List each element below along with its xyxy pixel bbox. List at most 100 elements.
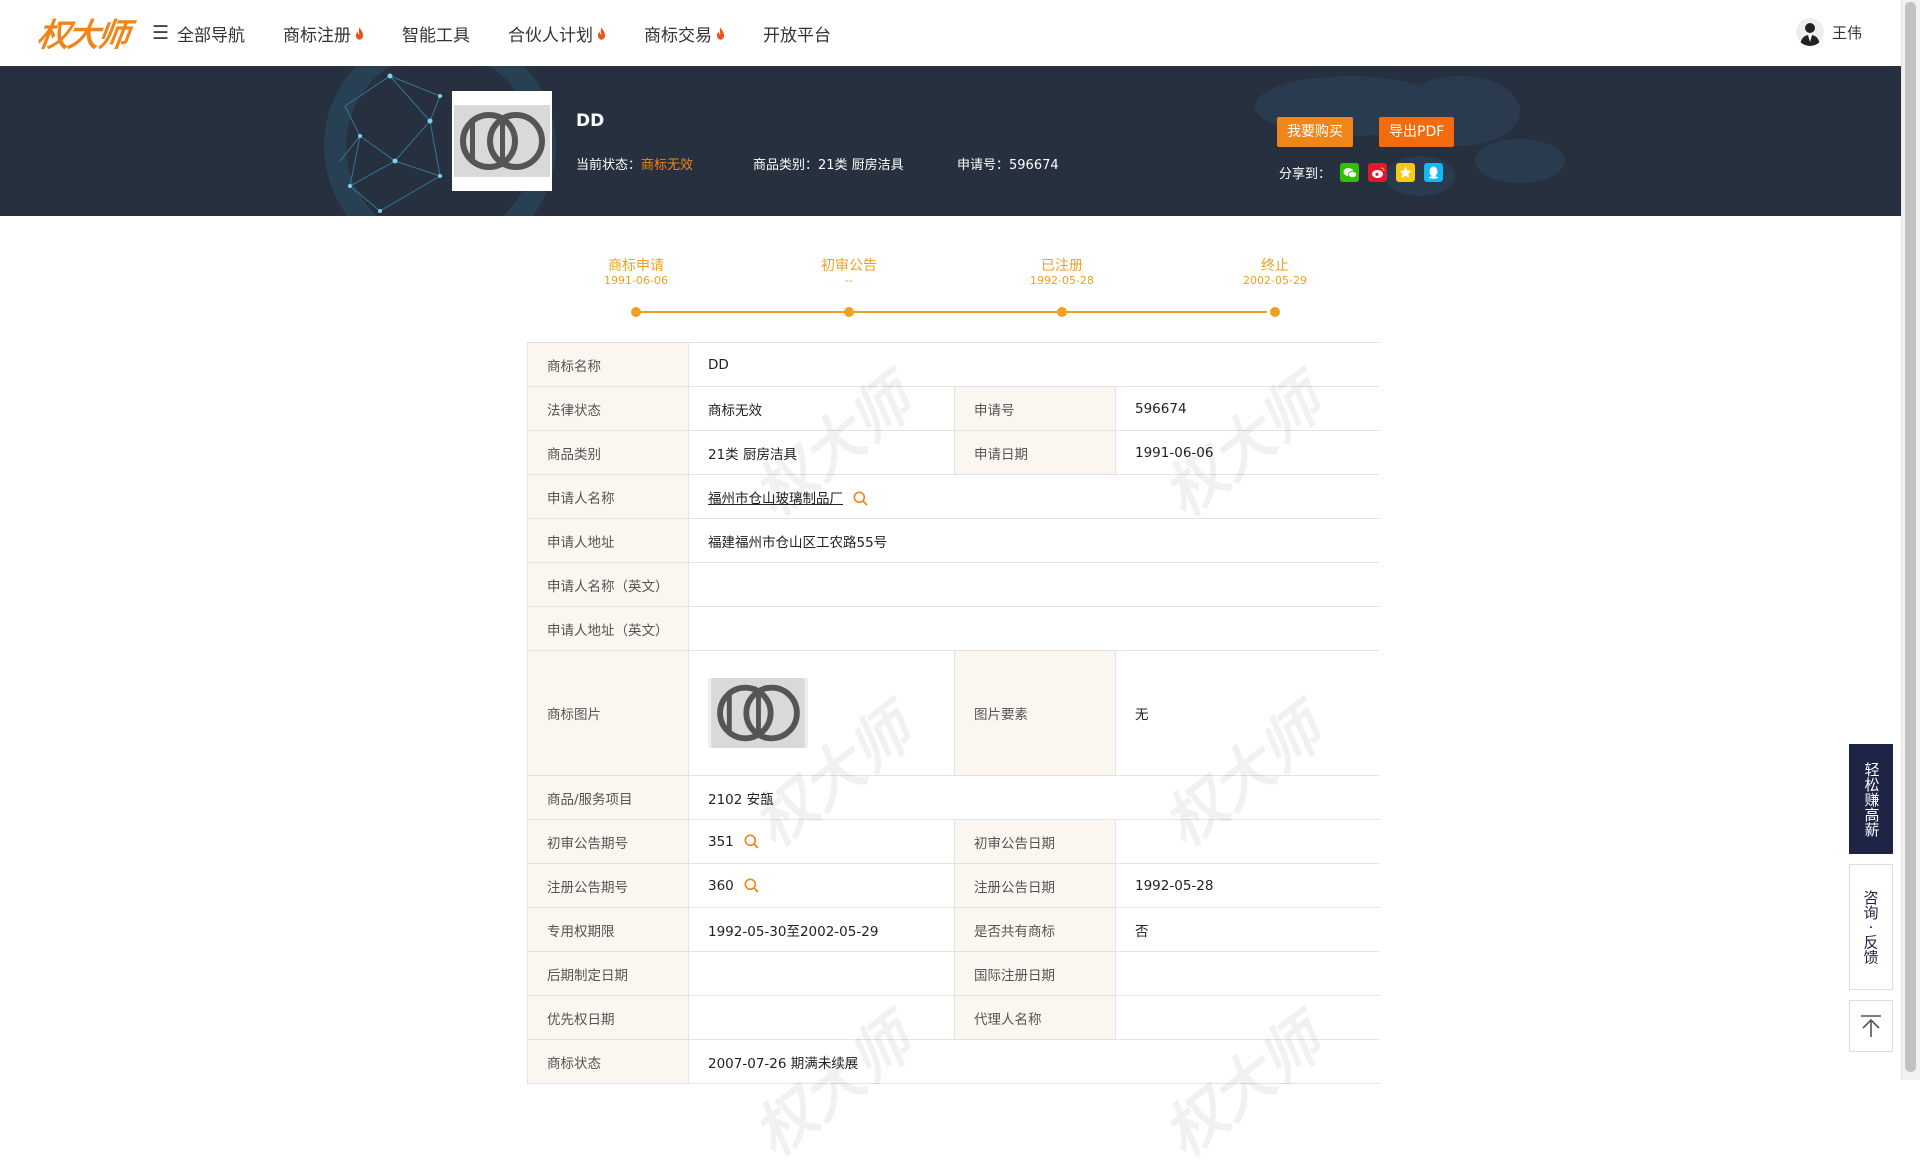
timeline-dot [1270, 307, 1280, 317]
trademark-title: DD [576, 111, 605, 131]
menu-icon: ☰ [152, 22, 170, 44]
table-row: 商标图片 图片要素 无 [527, 650, 1379, 776]
main-nav: ☰ 全部导航 商标注册 智能工具 合伙人计划 商标交易 开放平台 [152, 0, 869, 66]
site-logo[interactable]: 权大师 [35, 10, 131, 56]
nav-label: 全部导航 [177, 25, 246, 46]
consult-feedback-button[interactable]: 咨询 · 反馈 [1849, 864, 1893, 990]
field-label: 国际注册日期 [954, 951, 1116, 996]
timeline-dot [631, 307, 641, 317]
page-scrollbar[interactable] [1901, 0, 1920, 1080]
buy-button[interactable]: 我要购买 [1277, 117, 1353, 147]
nav-open-platform[interactable]: 开放平台 [763, 21, 831, 46]
hot-flame-icon [716, 26, 725, 40]
trademark-image-cell [688, 650, 955, 776]
arrow-up-icon [1861, 1015, 1881, 1037]
qq-icon[interactable] [1424, 163, 1444, 182]
field-value [1114, 951, 1379, 996]
field-label: 初审公告期号 [527, 819, 689, 864]
nav-trademark-trade[interactable]: 商标交易 [644, 21, 725, 46]
table-row: 申请人地址（英文） [527, 606, 1379, 651]
field-label: 注册公告期号 [527, 863, 689, 908]
top-navbar: 权大师 ☰ 全部导航 商标注册 智能工具 合伙人计划 商标交易 开放平台 王伟 [0, 0, 1920, 67]
table-row: 商品/服务项目 2102 安瓿 [527, 775, 1379, 820]
trademark-thumbnail[interactable] [452, 91, 552, 191]
field-value [1114, 995, 1379, 1040]
share-label: 分享到： [1279, 167, 1332, 182]
status-value: 商标无效 [641, 158, 694, 173]
field-value: 1992-05-28 [1114, 863, 1379, 908]
field-label: 商品类别 [527, 430, 689, 475]
field-label: 后期制定日期 [527, 951, 689, 996]
field-label: 图片要素 [954, 650, 1116, 776]
field-value [688, 951, 955, 996]
timeline-step: 商标申请 1991-06-06 [604, 258, 668, 287]
field-value: 2007-07-26 期满未续展 [687, 1039, 1379, 1084]
field-value [1114, 819, 1379, 864]
nav-label: 商标注册 [283, 25, 352, 46]
field-label: 商品/服务项目 [527, 775, 689, 820]
field-label: 商标名称 [527, 342, 689, 387]
nav-partner-plan[interactable]: 合伙人计划 [508, 21, 606, 46]
timeline-step: 初审公告 -- [821, 258, 877, 287]
field-value: 1992-05-30至2002-05-29 [688, 907, 955, 952]
nav-all-navigation[interactable]: ☰ 全部导航 [152, 21, 245, 46]
search-icon[interactable] [744, 878, 759, 893]
table-row: 专用权期限 1992-05-30至2002-05-29 是否共有商标 否 [527, 907, 1379, 952]
field-label: 商标状态 [527, 1039, 689, 1084]
field-label: 专用权期限 [527, 907, 689, 952]
field-label: 申请人名称（英文） [527, 562, 689, 607]
current-status: 当前状态：商标无效 [576, 158, 694, 173]
field-value: 无 [1114, 650, 1379, 776]
search-icon[interactable] [744, 834, 759, 849]
share-bar: 分享到： [1279, 163, 1444, 182]
timeline-dot [1057, 307, 1067, 317]
table-row: 后期制定日期 国际注册日期 [527, 951, 1379, 996]
export-pdf-button[interactable]: 导出PDF [1379, 117, 1455, 147]
weibo-icon[interactable] [1368, 163, 1388, 182]
field-value: DD [687, 342, 1379, 387]
scrollbar-thumb[interactable] [1905, 2, 1916, 1072]
user-menu[interactable]: 王伟 [1795, 18, 1862, 46]
table-row: 商标状态 2007-07-26 期满未续展 [527, 1039, 1379, 1084]
goods-category: 商品类别：21类 厨房洁具 [753, 158, 904, 173]
legal-status-value: 商标无效 [688, 386, 955, 431]
nav-label: 开放平台 [763, 25, 832, 46]
field-value: 2102 安瓿 [687, 775, 1379, 820]
trademark-logo-image [454, 105, 550, 177]
table-row: 商品类别 21类 厨房洁具 申请日期 1991-06-06 [527, 430, 1379, 475]
timeline-dot [844, 307, 854, 317]
prelim-issue-cell: 351 [688, 819, 955, 864]
field-value: 1991-06-06 [1114, 430, 1379, 475]
table-row: 申请人名称 福州市仓山玻璃制品厂 [527, 474, 1379, 519]
table-row: 申请人地址 福建福州市仓山区工农路55号 [527, 518, 1379, 563]
table-row: 法律状态 商标无效 申请号 596674 [527, 386, 1379, 431]
hot-flame-icon [597, 26, 606, 40]
nav-smart-tools[interactable]: 智能工具 [402, 21, 470, 46]
field-label: 代理人名称 [954, 995, 1116, 1040]
earn-high-salary-button[interactable]: 轻松赚高薪 [1849, 744, 1893, 854]
field-value [687, 562, 1379, 607]
applicant-link[interactable]: 福州市仓山玻璃制品厂 [708, 491, 843, 507]
trademark-banner: DD 当前状态：商标无效 商品类别：21类 厨房洁具 申请号：596674 我要… [0, 66, 1902, 216]
timeline-step: 终止 2002-05-29 [1243, 258, 1307, 287]
user-name: 王伟 [1831, 23, 1862, 42]
search-icon[interactable] [853, 491, 868, 506]
qzone-icon[interactable] [1396, 163, 1416, 182]
back-to-top-button[interactable] [1849, 1000, 1893, 1052]
wechat-icon[interactable] [1340, 163, 1360, 182]
table-row: 初审公告期号 351 初审公告日期 [527, 819, 1379, 864]
nav-label: 商标交易 [644, 25, 713, 46]
field-label: 申请人地址（英文） [527, 606, 689, 651]
trademark-image[interactable] [708, 678, 808, 748]
field-label: 申请日期 [954, 430, 1116, 475]
field-label: 申请人名称 [527, 474, 689, 519]
trademark-detail-table: 商标名称 DD 法律状态 商标无效 申请号 596674 商品类别 21类 厨房… [527, 342, 1379, 1084]
field-label: 优先权日期 [527, 995, 689, 1040]
table-row: 商标名称 DD [527, 342, 1379, 387]
field-value: 596674 [1114, 386, 1379, 431]
reg-issue-cell: 360 [688, 863, 955, 908]
hot-flame-icon [355, 26, 364, 40]
field-value: 否 [1114, 907, 1379, 952]
nav-trademark-register[interactable]: 商标注册 [283, 21, 364, 46]
field-value [688, 995, 955, 1040]
